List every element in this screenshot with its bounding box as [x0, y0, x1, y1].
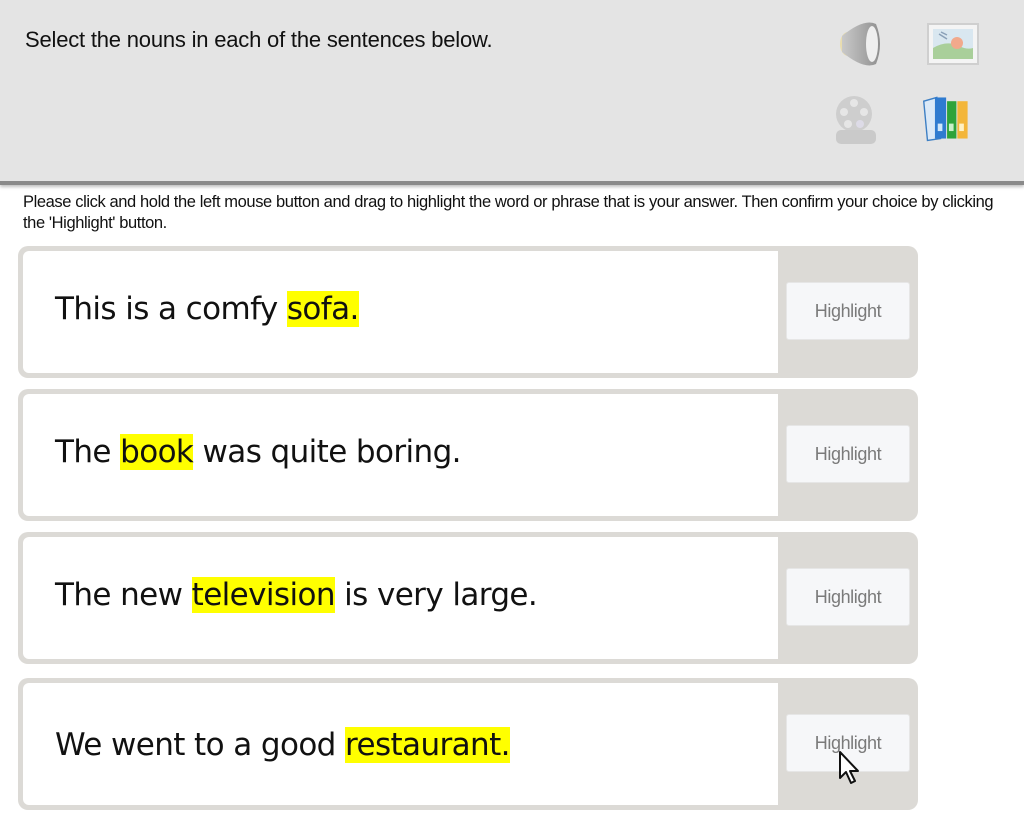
highlighted-word[interactable]: sofa. — [286, 291, 359, 327]
sentence-text[interactable]: This is a comfy sofa. — [55, 291, 359, 327]
sentence-area[interactable]: This is a comfy sofa. — [23, 251, 778, 373]
sentence-card-4: We went to a good restaurant. Highlight — [18, 678, 918, 810]
mouse-cursor-icon — [838, 750, 864, 786]
library-books-icon[interactable] — [920, 90, 976, 146]
sentence-card-1: This is a comfy sofa. Highlight — [18, 246, 918, 378]
sentence-text[interactable]: The book was quite boring. — [55, 434, 462, 470]
instructions-text: Please click and hold the left mouse but… — [23, 193, 994, 232]
sentence-area[interactable]: The book was quite boring. — [23, 394, 778, 516]
sentence-text[interactable]: We went to a good restaurant. — [55, 727, 511, 763]
highlight-button[interactable]: Highlight — [786, 282, 910, 340]
sentence-part: The — [55, 434, 121, 470]
speaker-icon[interactable] — [828, 14, 884, 70]
sentence-text[interactable]: The new television is very large. — [55, 577, 538, 613]
highlighted-word[interactable]: book — [120, 434, 194, 470]
highlight-button[interactable]: Highlight — [786, 425, 910, 483]
video-reel-icon[interactable] — [828, 92, 884, 148]
question-header: Select the nouns in each of the sentence… — [0, 0, 1024, 185]
highlight-button[interactable]: Highlight — [786, 568, 910, 626]
question-text: Select the nouns in each of the sentence… — [25, 27, 493, 52]
sentence-area[interactable]: The new television is very large. — [23, 537, 778, 659]
sentence-part: was quite boring. — [193, 434, 462, 470]
image-icon[interactable] — [925, 18, 981, 74]
sentence-area[interactable]: We went to a good restaurant. — [23, 683, 778, 805]
sentence-card-3: The new television is very large. Highli… — [18, 532, 918, 664]
sentence-part: The new — [55, 577, 192, 613]
highlighted-word[interactable]: television — [191, 577, 335, 613]
highlighted-word[interactable]: restaurant. — [345, 727, 511, 763]
sentence-card-2: The book was quite boring. Highlight — [18, 389, 918, 521]
sentence-part: This is a comfy — [55, 291, 287, 327]
sentence-part: We went to a good — [55, 727, 346, 763]
sentence-part: is very large. — [334, 577, 538, 613]
